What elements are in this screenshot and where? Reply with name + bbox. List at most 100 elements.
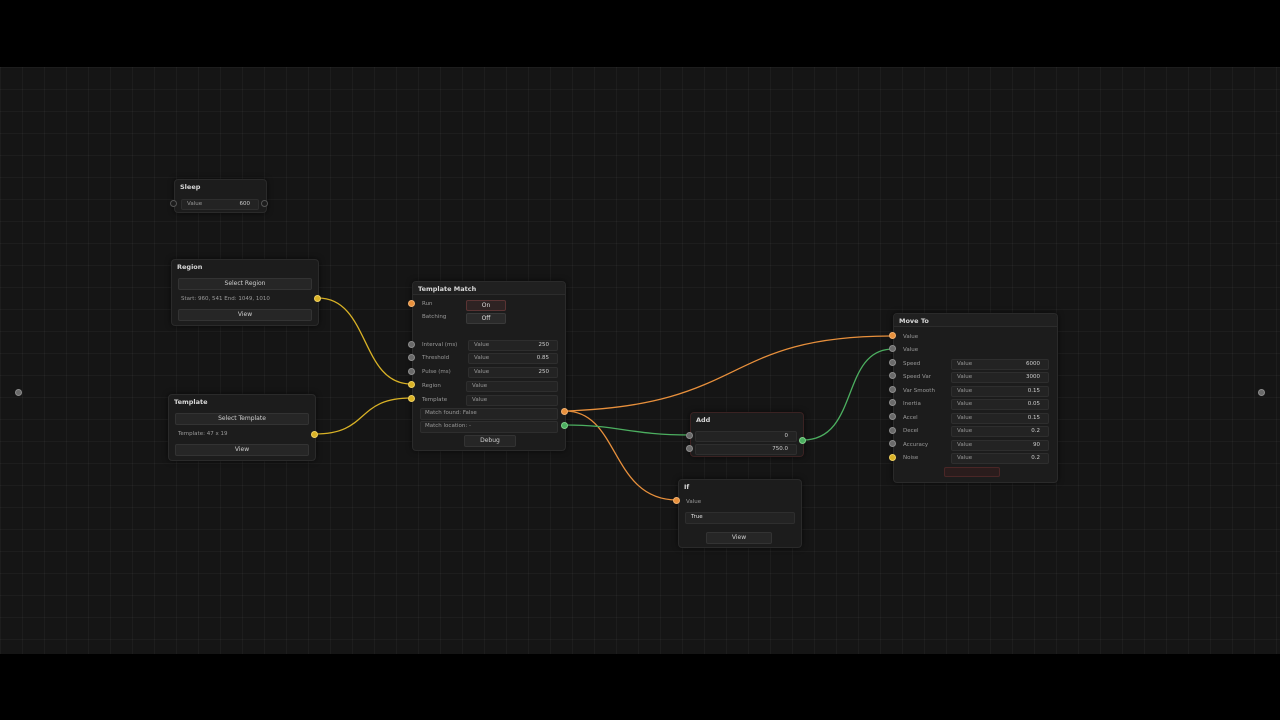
template-input-pin[interactable] [408, 395, 415, 402]
node-title: Template Match [418, 285, 477, 293]
threshold-field[interactable]: Value 0.85 [468, 353, 558, 364]
field-label: Value [957, 455, 973, 461]
region-view-button[interactable]: View [178, 309, 312, 321]
move-to-status-button[interactable] [944, 467, 1000, 477]
param-label: Inertia [903, 401, 921, 407]
var-smooth-input-pin[interactable] [889, 386, 896, 393]
template-node[interactable]: Template Select Template Template: 47 x … [168, 394, 316, 461]
speed-input-pin[interactable] [889, 359, 896, 366]
add-b-field[interactable]: 750.0 [695, 444, 797, 455]
param-field-accuracy[interactable]: Value 90 [951, 440, 1049, 451]
field-value: 0 [784, 433, 789, 439]
sleep-value-field[interactable]: Value 600 [181, 199, 259, 210]
select-region-button[interactable]: Select Region [178, 278, 312, 290]
canvas-right-handle[interactable] [1258, 389, 1265, 396]
add-a-field[interactable]: 0 [695, 431, 797, 442]
add-node[interactable]: Add 0 750.0 [690, 412, 804, 457]
param-label: Speed Var [903, 374, 931, 380]
template-input-label: Template [422, 397, 448, 403]
add-b-input-pin[interactable] [686, 445, 693, 452]
field-label: Value [474, 369, 490, 375]
add-a-input-pin[interactable] [686, 432, 693, 439]
sleep-output-pin[interactable] [261, 200, 268, 207]
param-field-accel[interactable]: Value 0.15 [951, 413, 1049, 424]
if-result-field: True [685, 512, 795, 524]
field-label: Value [957, 361, 973, 367]
param-label: Decel [903, 428, 919, 434]
field-value: 750.0 [772, 446, 788, 452]
field-value: 6000 [1026, 361, 1040, 367]
field-label: Value [957, 442, 973, 448]
sleep-node[interactable]: Sleep Value 600 [174, 179, 267, 213]
field-value: True [691, 514, 703, 520]
sleep-input-pin[interactable] [170, 200, 177, 207]
region-input-pin[interactable] [408, 381, 415, 388]
accuracy-input-pin[interactable] [889, 440, 896, 447]
pulse-input-pin[interactable] [408, 368, 415, 375]
add-output-pin[interactable] [799, 437, 806, 444]
match-location-output-pin[interactable] [561, 422, 568, 429]
interval-field[interactable]: Value 250 [468, 340, 558, 351]
debug-button[interactable]: Debug [464, 435, 516, 447]
template-output-pin[interactable] [311, 431, 318, 438]
param-label: Accuracy [903, 442, 929, 448]
field-label: Value [474, 342, 490, 348]
canvas-left-handle[interactable] [15, 389, 22, 396]
field-label: Value [472, 383, 488, 389]
move-to-node[interactable]: Move To Value Value Speed Value 6000 Spee… [893, 313, 1058, 483]
threshold-label: Threshold [422, 355, 450, 361]
noise-input-pin[interactable] [889, 454, 896, 461]
param-field-inertia[interactable]: Value 0.05 [951, 399, 1049, 410]
if-value-label: Value [686, 499, 702, 505]
field-label: Value [187, 201, 203, 207]
move-input-2-pin[interactable] [889, 345, 896, 352]
node-title: Region [177, 263, 203, 271]
inertia-input-pin[interactable] [889, 399, 896, 406]
if-node[interactable]: If Value True View [678, 479, 802, 548]
template-match-node[interactable]: Template Match Run On Batching Off Inter… [412, 281, 566, 451]
param-label: Var Smooth [903, 388, 935, 394]
batching-toggle[interactable]: Off [466, 313, 506, 324]
param-field-noise[interactable]: Value 0.2 [951, 453, 1049, 464]
field-value: 250 [538, 342, 550, 348]
speed-var-input-pin[interactable] [889, 372, 896, 379]
field-label: Value [472, 397, 488, 403]
move-input-1-label: Value [903, 334, 919, 340]
app-stage: Sleep Value 600 Region Select Region Sta… [0, 0, 1280, 720]
select-template-button[interactable]: Select Template [175, 413, 309, 425]
decel-input-pin[interactable] [889, 427, 896, 434]
if-view-button[interactable]: View [706, 532, 772, 544]
match-found-output-pin[interactable] [561, 408, 568, 415]
accel-input-pin[interactable] [889, 413, 896, 420]
batching-label: Batching [422, 314, 447, 320]
run-label: Run [422, 301, 433, 307]
param-field-speed[interactable]: Value 6000 [951, 359, 1049, 370]
field-value: 0.15 [1027, 415, 1040, 421]
node-title: Add [696, 416, 711, 424]
node-title: Template [174, 398, 208, 406]
interval-input-pin[interactable] [408, 341, 415, 348]
template-view-button[interactable]: View [175, 444, 309, 456]
move-input-2-label: Value [903, 347, 919, 353]
region-node[interactable]: Region Select Region Start: 960, 541 End… [171, 259, 319, 326]
if-value-input-pin[interactable] [673, 497, 680, 504]
field-value: 250 [538, 369, 550, 375]
region-info: Start: 960, 541 End: 1049, 1010 [181, 296, 270, 302]
move-input-1-pin[interactable] [889, 332, 896, 339]
run-input-pin[interactable] [408, 300, 415, 307]
region-input-field[interactable]: Value [466, 381, 558, 392]
param-label: Speed [903, 361, 921, 367]
field-label: Value [957, 374, 973, 380]
node-graph-canvas[interactable] [0, 67, 1280, 654]
param-field-decel[interactable]: Value 0.2 [951, 426, 1049, 437]
param-field-var-smooth[interactable]: Value 0.15 [951, 386, 1049, 397]
pulse-field[interactable]: Value 250 [468, 367, 558, 378]
threshold-input-pin[interactable] [408, 354, 415, 361]
field-value: 600 [239, 201, 251, 207]
region-output-pin[interactable] [314, 295, 321, 302]
param-field-speed-var[interactable]: Value 3000 [951, 372, 1049, 383]
run-toggle[interactable]: On [466, 300, 506, 311]
field-value: 0.15 [1027, 388, 1040, 394]
template-input-field[interactable]: Value [466, 395, 558, 406]
pulse-label: Pulse (ms) [422, 369, 451, 375]
